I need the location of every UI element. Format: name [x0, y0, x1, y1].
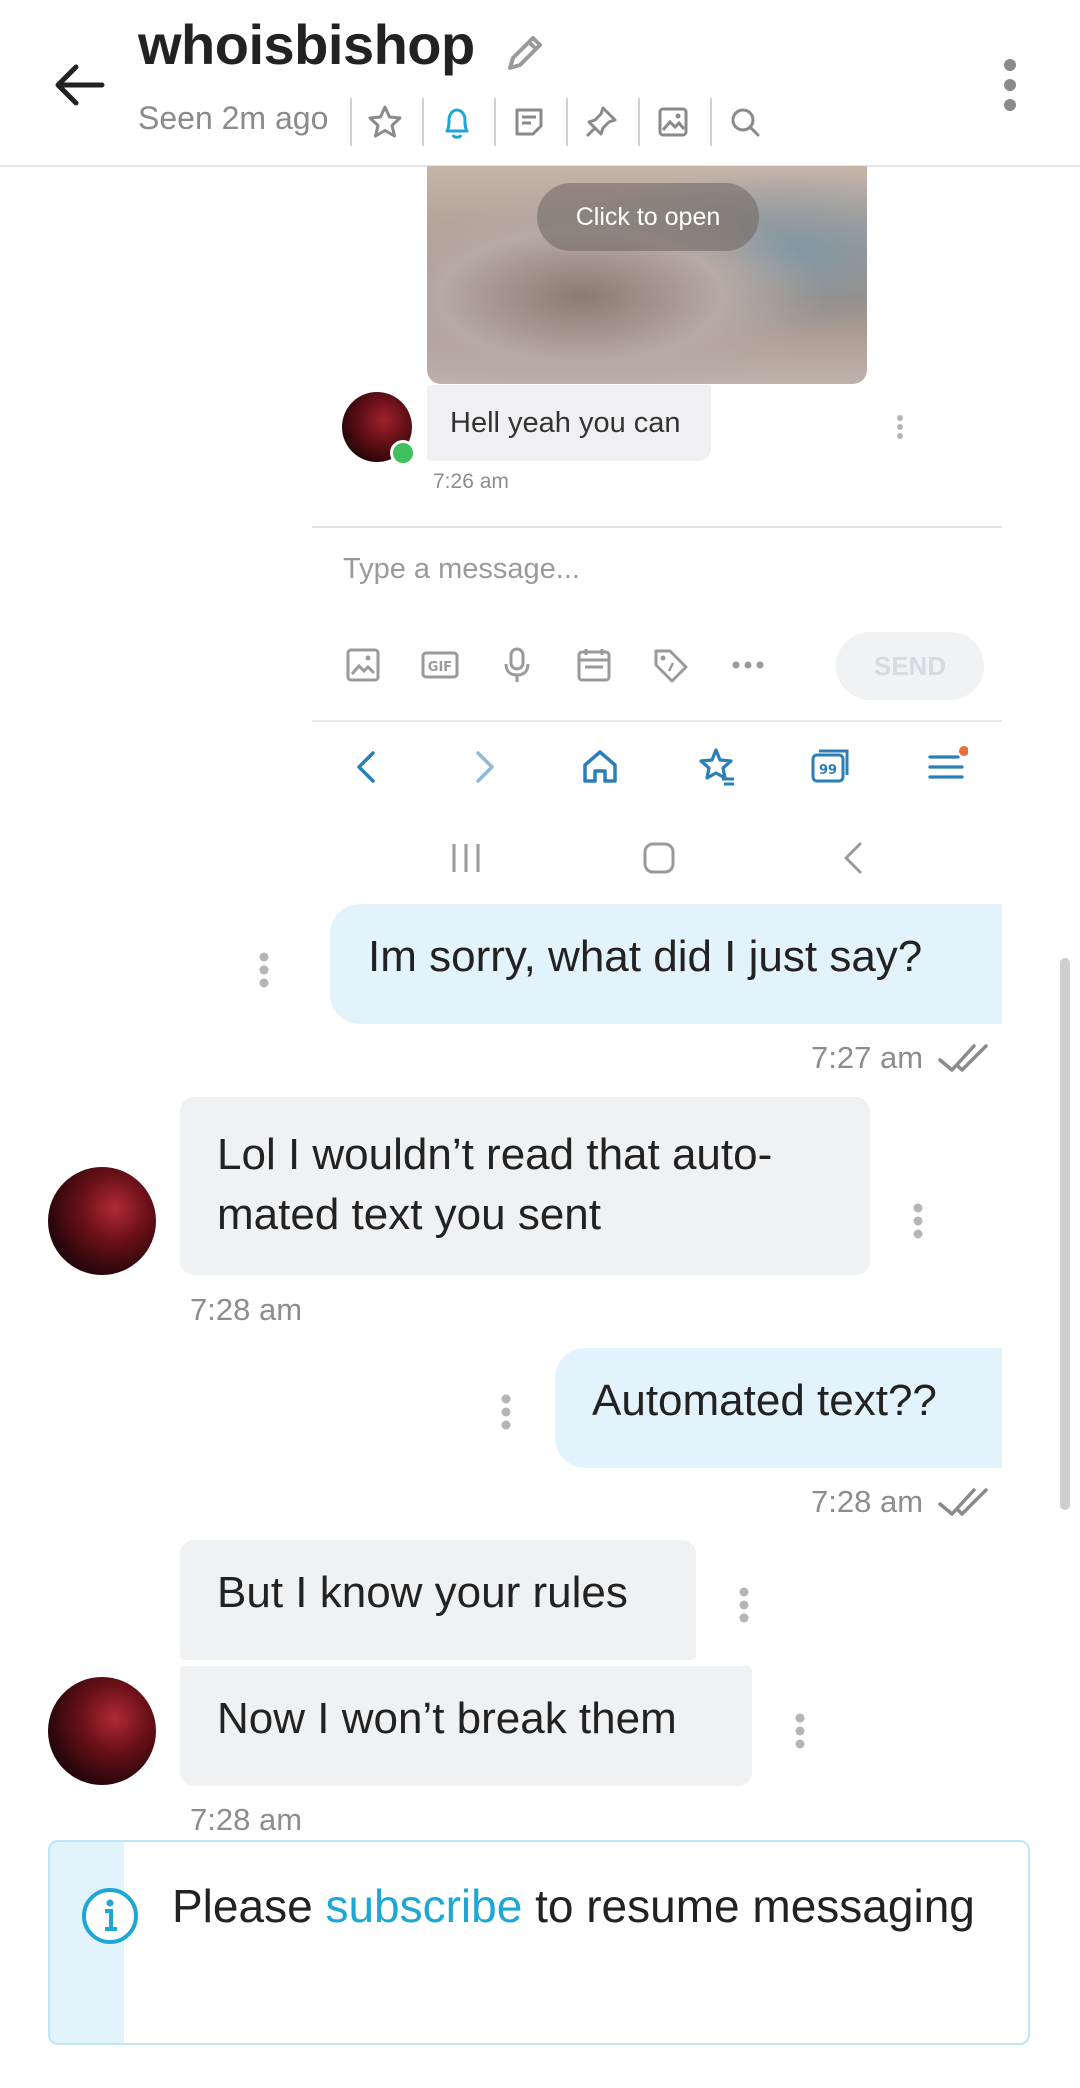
back-arrow-icon[interactable]	[50, 55, 110, 115]
microphone-icon	[497, 645, 537, 685]
menu-icon	[924, 745, 968, 789]
send-button: SEND	[836, 632, 984, 700]
chat-header: whoisbishop Seen 2m ago	[0, 0, 1080, 167]
more-options-icon[interactable]	[995, 55, 1025, 115]
divider	[710, 98, 712, 146]
home-square-icon	[642, 840, 676, 876]
message-timestamp: 7:28 am	[190, 1292, 303, 1327]
gif-icon: GIF	[420, 645, 460, 685]
banner-suffix: to resume messaging	[522, 1880, 975, 1932]
banner-prefix: Please	[172, 1880, 326, 1932]
image-icon[interactable]	[653, 102, 693, 142]
message-bubble[interactable]: Automated text??	[555, 1348, 1002, 1468]
tabs-count: 99	[819, 763, 837, 778]
message-bubble[interactable]: Now I won’t break them	[180, 1666, 752, 1786]
message-timestamp: 7:27 am	[811, 1040, 924, 1075]
divider	[312, 526, 1002, 528]
calendar-icon	[574, 645, 614, 685]
message-options-icon[interactable]	[912, 1203, 924, 1239]
divider	[638, 98, 640, 146]
avatar[interactable]	[48, 1677, 156, 1785]
bookmark-star-icon	[694, 745, 738, 789]
message-timestamp: 7:26 am	[433, 470, 509, 493]
avatar[interactable]	[48, 1167, 156, 1275]
more-dots-icon	[728, 645, 768, 685]
search-icon[interactable]	[725, 102, 765, 142]
divider	[422, 98, 424, 146]
read-receipt-icon	[938, 1486, 994, 1520]
message-bubble[interactable]: Im sorry, what did I just say?	[330, 904, 1002, 1024]
subscribe-banner: Please subscribe to resume messaging	[48, 1840, 1030, 2045]
chat-title[interactable]: whoisbishop	[138, 12, 475, 77]
banner-message: Please subscribe to resume messaging	[172, 1870, 1012, 1942]
message-line: Lol I wouldn’t read that auto-	[217, 1130, 773, 1179]
click-to-open-button[interactable]: Click to open	[537, 183, 759, 251]
message-options-icon[interactable]	[500, 1394, 512, 1430]
divider	[566, 98, 568, 146]
tabs-icon: 99	[808, 745, 852, 789]
message-options-icon[interactable]	[738, 1587, 750, 1623]
tip-tag-icon	[650, 645, 690, 685]
star-icon[interactable]	[365, 102, 405, 142]
back-chevron-icon	[840, 840, 866, 876]
last-seen-status: Seen 2m ago	[138, 100, 329, 136]
scrollbar[interactable]	[1060, 958, 1070, 1510]
message-options-icon[interactable]	[258, 952, 270, 988]
forward-arrow-icon	[462, 745, 506, 789]
bell-icon[interactable]	[437, 102, 477, 142]
message-line: mated text you sent	[217, 1190, 601, 1239]
message-bubble: Hell yeah you can	[427, 385, 711, 461]
recents-icon	[450, 840, 482, 876]
divider	[350, 98, 352, 146]
message-input-placeholder: Type a message...	[343, 553, 580, 585]
back-arrow-icon	[345, 745, 389, 789]
pin-icon[interactable]	[581, 102, 621, 142]
divider	[494, 98, 496, 146]
gif-label: GIF	[428, 660, 452, 675]
info-icon	[80, 1886, 140, 1946]
message-options-icon[interactable]	[794, 1713, 806, 1749]
message-timestamp: 7:28 am	[811, 1484, 924, 1519]
read-receipt-icon	[938, 1042, 994, 1076]
message-options-icon	[896, 414, 904, 440]
subscribe-link[interactable]: subscribe	[325, 1880, 522, 1932]
note-icon[interactable]	[509, 102, 549, 142]
message-bubble[interactable]: But I know your rules	[180, 1540, 696, 1660]
message-bubble[interactable]: Lol I wouldn’t read that auto- mated tex…	[180, 1097, 870, 1275]
online-status-dot	[390, 440, 416, 466]
message-timestamp: 7:28 am	[190, 1802, 303, 1837]
home-icon	[578, 745, 622, 789]
edit-pencil-icon[interactable]	[500, 28, 550, 78]
divider	[312, 720, 1002, 722]
image-icon	[343, 645, 383, 685]
